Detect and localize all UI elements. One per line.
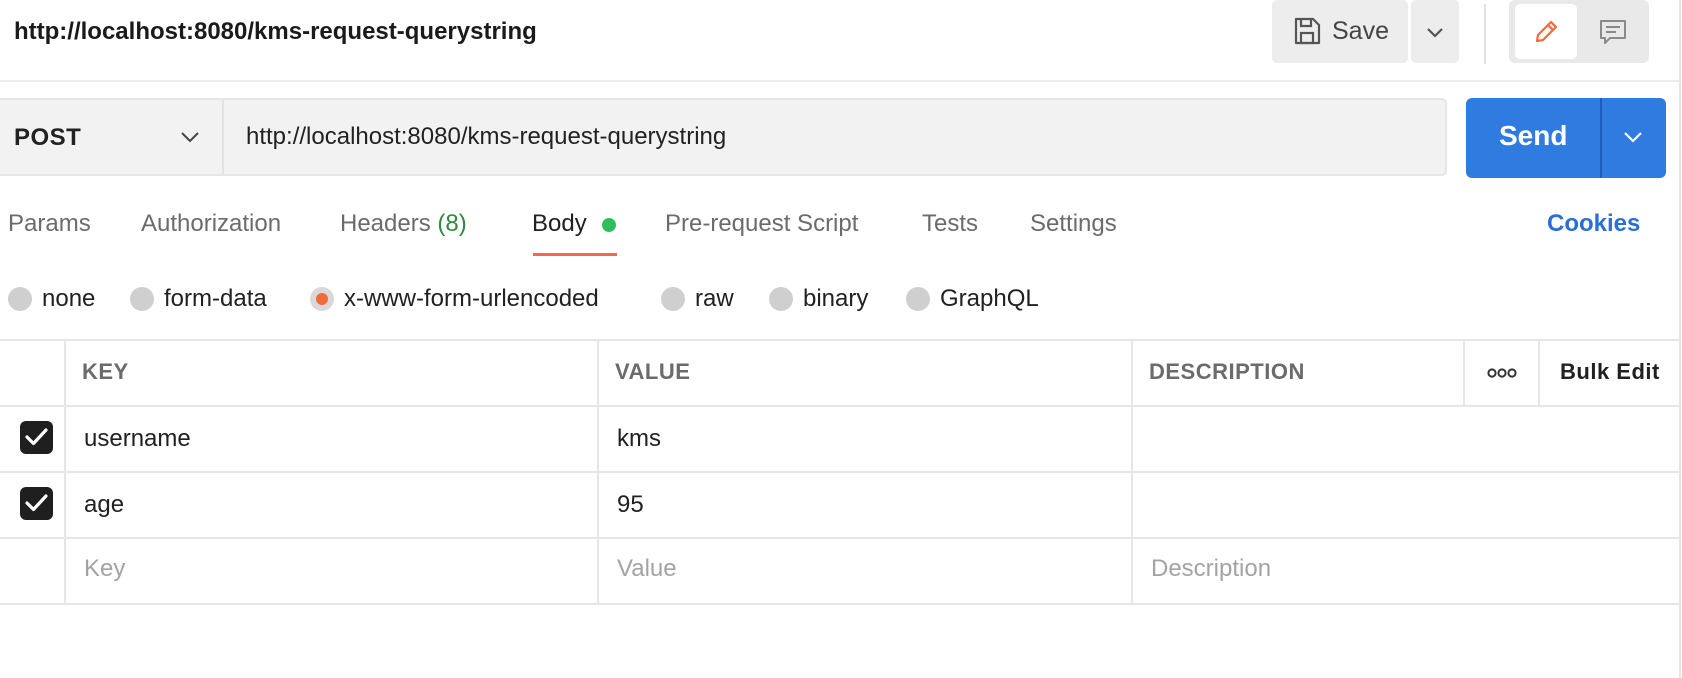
radio-circle [906,287,930,311]
row-value[interactable]: kms [617,425,661,453]
new-key-placeholder[interactable]: Key [84,555,125,583]
tab-tests[interactable]: Tests [922,210,978,238]
request-title[interactable]: http://localhost:8080/kms-request-querys… [14,18,537,46]
column-divider [1538,339,1540,405]
active-tab-indicator [533,253,617,256]
column-divider [64,339,66,605]
radio-label: GraphQL [940,285,1039,312]
column-header-description: DESCRIPTION [1149,359,1305,384]
radio-label: none [42,285,96,312]
send-button-label: Send [1499,120,1568,151]
save-button-label: Save [1332,17,1389,45]
row-key[interactable]: username [84,425,191,453]
tab-label: Params [8,210,91,237]
send-button[interactable]: Send [1466,98,1600,178]
save-dropdown-button[interactable] [1411,0,1459,63]
column-header-key: KEY [82,359,129,384]
row-key[interactable]: age [84,491,124,519]
save-icon [1294,17,1321,45]
pencil-icon [1535,20,1558,43]
table-border [0,405,1679,407]
tab-label: Headers [340,210,431,237]
tab-params[interactable]: Params [8,210,91,238]
panel-right-border [1679,0,1681,678]
cookies-link[interactable]: Cookies [1547,210,1640,238]
chevron-down-icon [1427,28,1443,38]
save-button[interactable]: Save [1272,0,1408,63]
chevron-down-icon [181,132,199,143]
column-divider [597,339,599,605]
radio-circle [130,287,154,311]
column-divider [1131,339,1133,605]
radio-circle [769,287,793,311]
method-select[interactable]: POST [0,100,224,174]
tab-label: Settings [1030,210,1117,237]
url-bar: POST [0,98,1447,176]
tab-body[interactable]: Body [532,210,587,238]
radio-label: binary [803,285,869,312]
row-checkbox[interactable] [20,487,53,520]
tab-headers[interactable]: Headers (8) [340,210,467,238]
radio-label: x-www-form-urlencoded [344,285,599,312]
radio-label: raw [695,285,734,312]
method-label: POST [14,124,82,151]
new-value-placeholder[interactable]: Value [617,555,677,583]
toolbar-divider [1484,4,1486,64]
table-border [0,471,1679,473]
body-status-dot [602,218,616,232]
request-header: http://localhost:8080/kms-request-querys… [0,0,1679,82]
tab-settings[interactable]: Settings [1030,210,1117,238]
radio-circle [8,287,32,311]
row-value[interactable]: 95 [617,491,644,519]
bulk-edit-button[interactable]: Bulk Edit [1560,359,1660,385]
table-border [0,603,1679,605]
table-border [0,339,1679,341]
tab-label: Tests [922,210,979,237]
tab-authorization[interactable]: Authorization [141,210,281,238]
radio-circle-selected [310,287,334,311]
comments-mode-button[interactable] [1594,4,1636,59]
checkmark-icon [25,428,48,446]
more-options-icon[interactable] [1487,366,1517,384]
edit-mode-button[interactable] [1515,4,1577,59]
tab-label: Body [532,210,587,237]
tab-pre-request-script[interactable]: Pre-request Script [665,210,858,238]
row-checkbox[interactable] [20,421,53,454]
column-header-value: VALUE [615,359,691,384]
url-input[interactable] [224,100,1444,174]
send-dropdown-button[interactable] [1602,98,1666,178]
table-border [0,537,1679,539]
send-button-group: Send [1466,98,1666,178]
radio-label: form-data [164,285,267,312]
new-description-placeholder[interactable]: Description [1151,555,1271,583]
comment-icon [1600,20,1626,44]
headers-count: (8) [437,210,467,237]
checkmark-icon [25,494,48,512]
tab-label: Authorization [141,210,282,237]
chevron-down-icon [1624,132,1642,143]
tab-label: Pre-request Script [665,210,859,237]
column-divider [1463,339,1465,405]
radio-circle [661,287,685,311]
